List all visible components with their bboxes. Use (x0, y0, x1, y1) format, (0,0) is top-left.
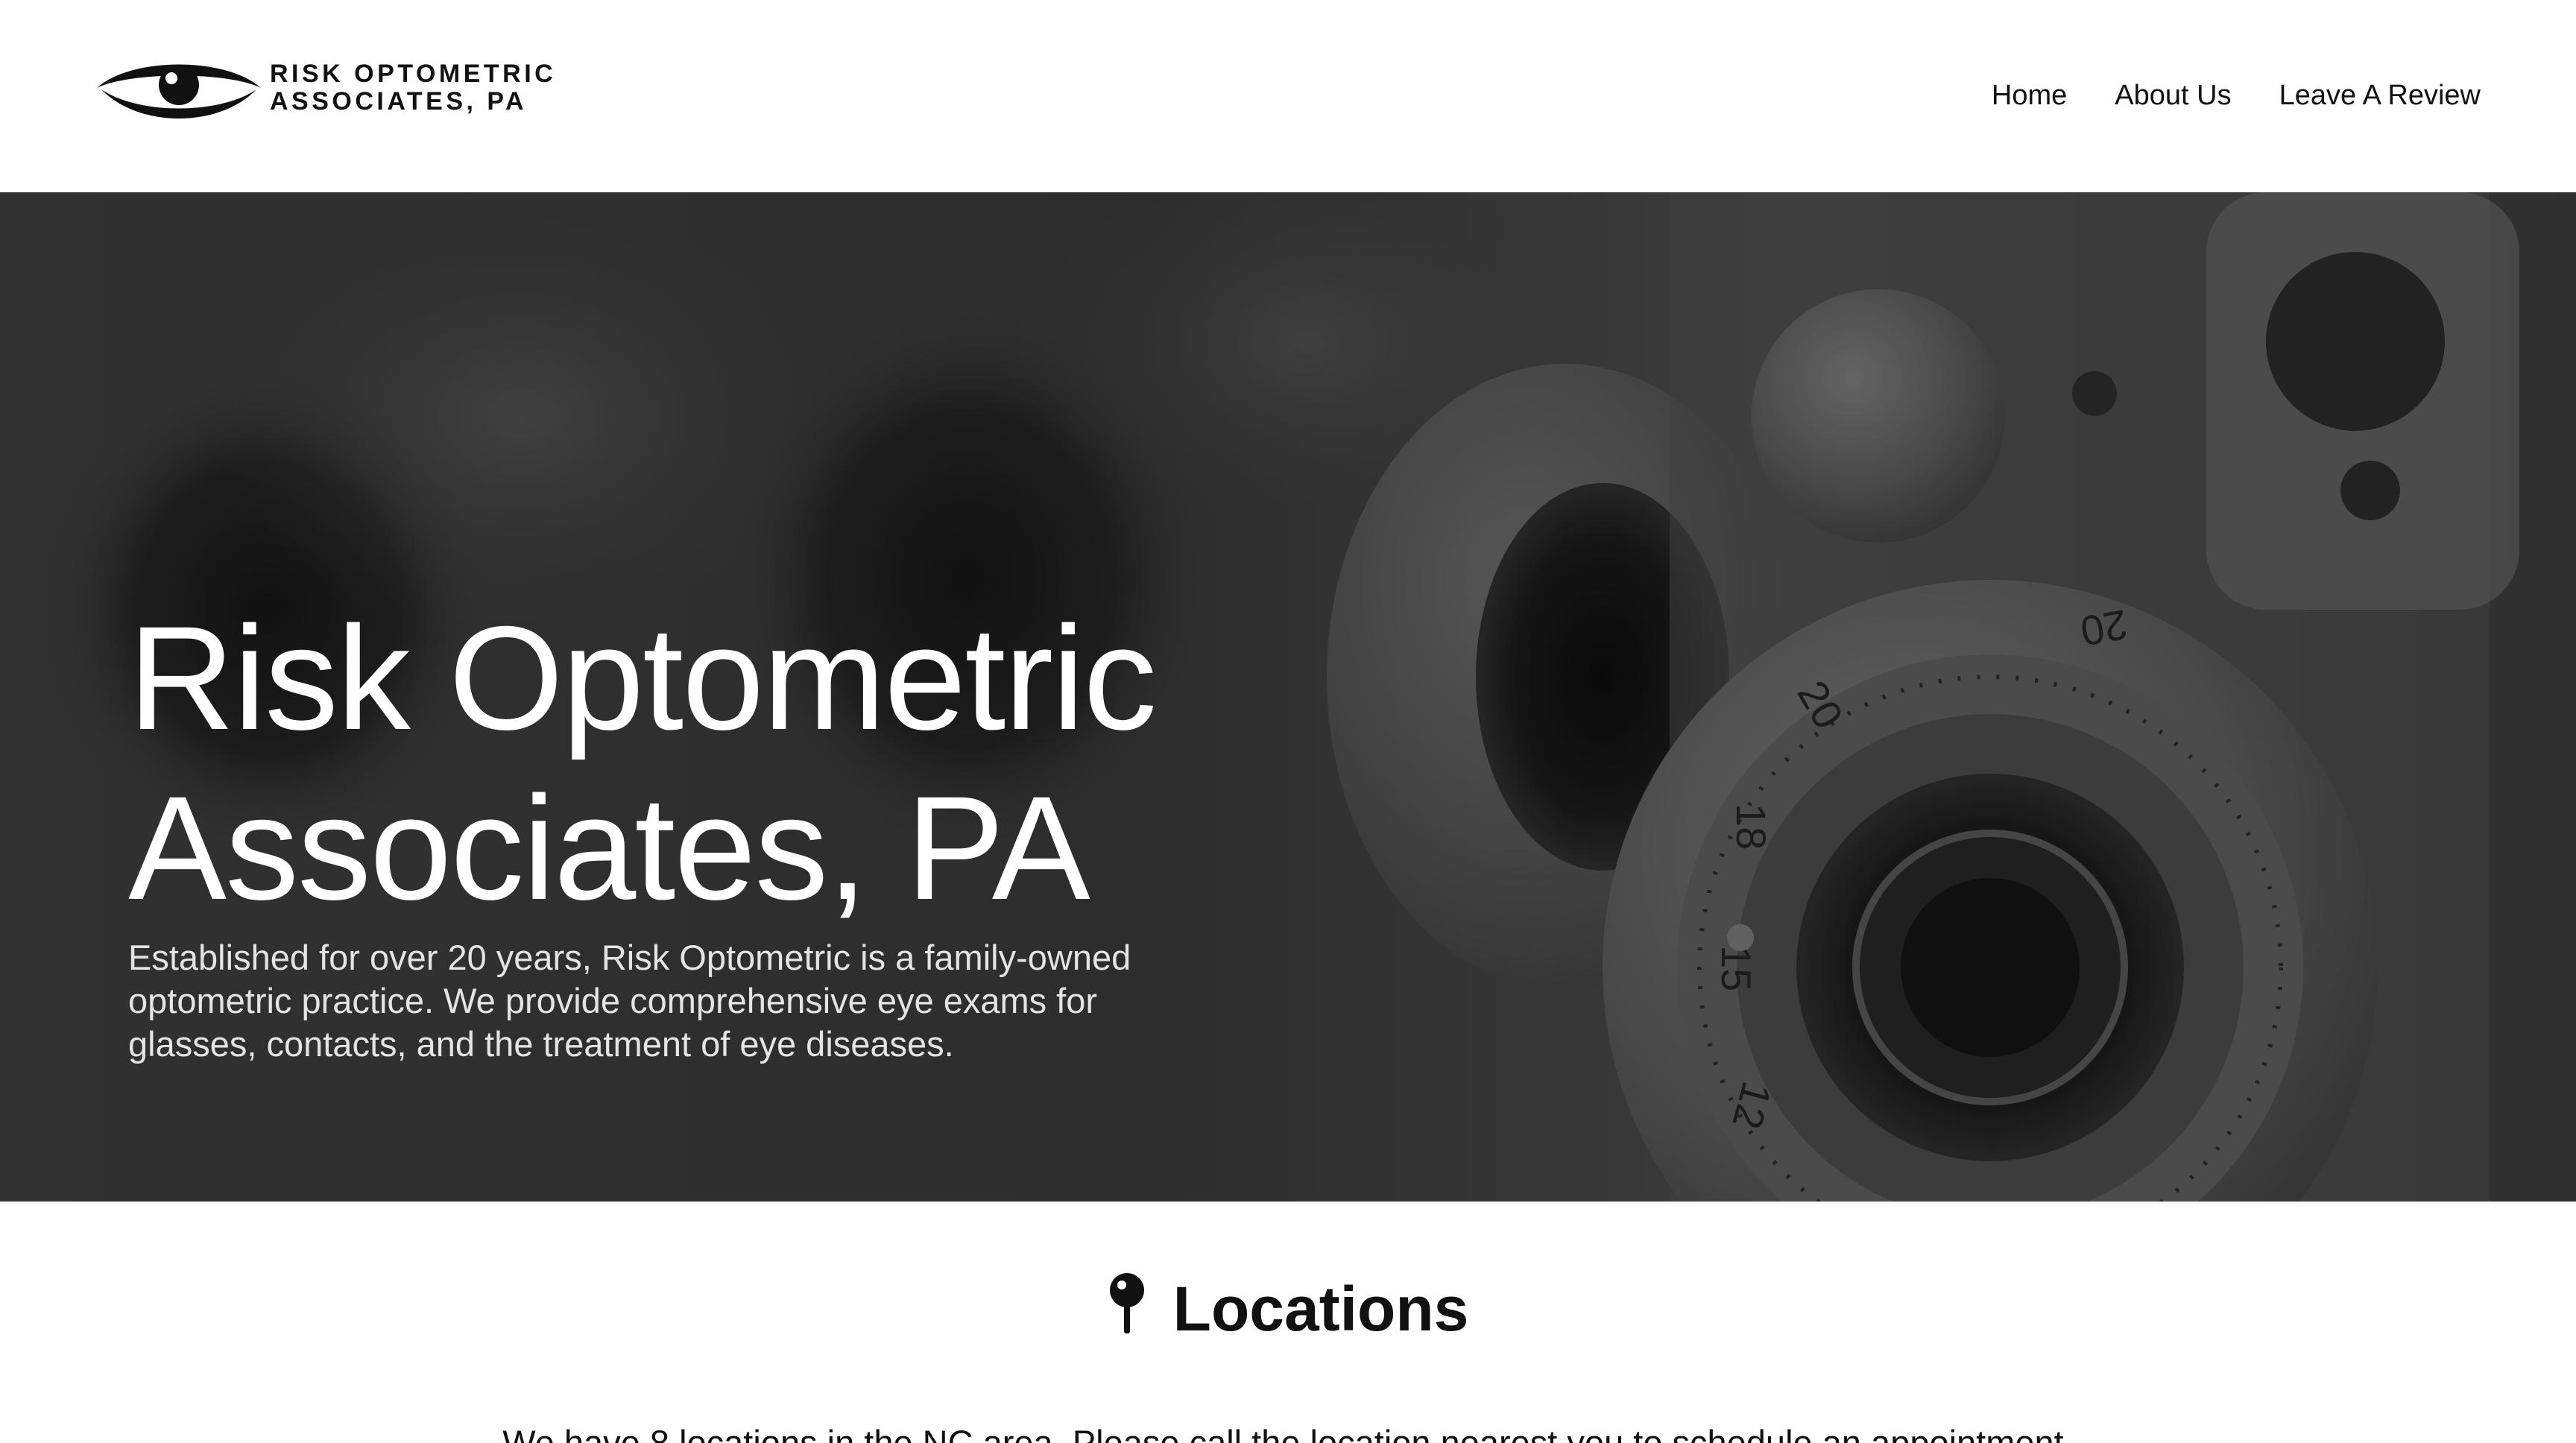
map-pin-icon (1109, 1273, 1144, 1333)
hero-section: 20 20 18 15 12 Risk Optometric Associate… (0, 192, 2576, 1202)
locations-heading: Locations (0, 1273, 2576, 1345)
logo-text: RISK OPTOMETRIC ASSOCIATES, PA (270, 60, 556, 116)
nav-leave-a-review[interactable]: Leave A Review (2279, 75, 2481, 116)
main-nav: Home About Us Leave A Review (1992, 75, 2481, 116)
site-header: RISK OPTOMETRIC ASSOCIATES, PA Home Abou… (0, 0, 2576, 192)
nav-home[interactable]: Home (1992, 75, 2067, 116)
hero-title: Risk Optometric Associates, PA (128, 593, 1187, 933)
hero-text-block: Risk Optometric Associates, PA Establish… (128, 593, 1187, 1066)
locations-section: Locations We have 8 locations in the NC … (0, 1202, 2576, 1443)
hero-title-line-2: Associates, PA (128, 765, 1090, 930)
locations-intro: We have 8 locations in the NC area. Plea… (502, 1423, 2074, 1443)
page: RISK OPTOMETRIC ASSOCIATES, PA Home Abou… (0, 0, 2576, 1443)
logo-line-1: RISK OPTOMETRIC (270, 60, 557, 88)
site-logo[interactable]: RISK OPTOMETRIC ASSOCIATES, PA (94, 54, 556, 122)
eye-icon (97, 64, 261, 119)
hero-description: Established for over 20 years, Risk Opto… (128, 938, 1131, 1064)
nav-about-us[interactable]: About Us (2115, 75, 2231, 116)
logo-line-2: ASSOCIATES, PA (270, 87, 528, 116)
locations-title: Locations (1172, 1274, 1469, 1344)
hero-title-line-1: Risk Optometric (128, 596, 1157, 760)
